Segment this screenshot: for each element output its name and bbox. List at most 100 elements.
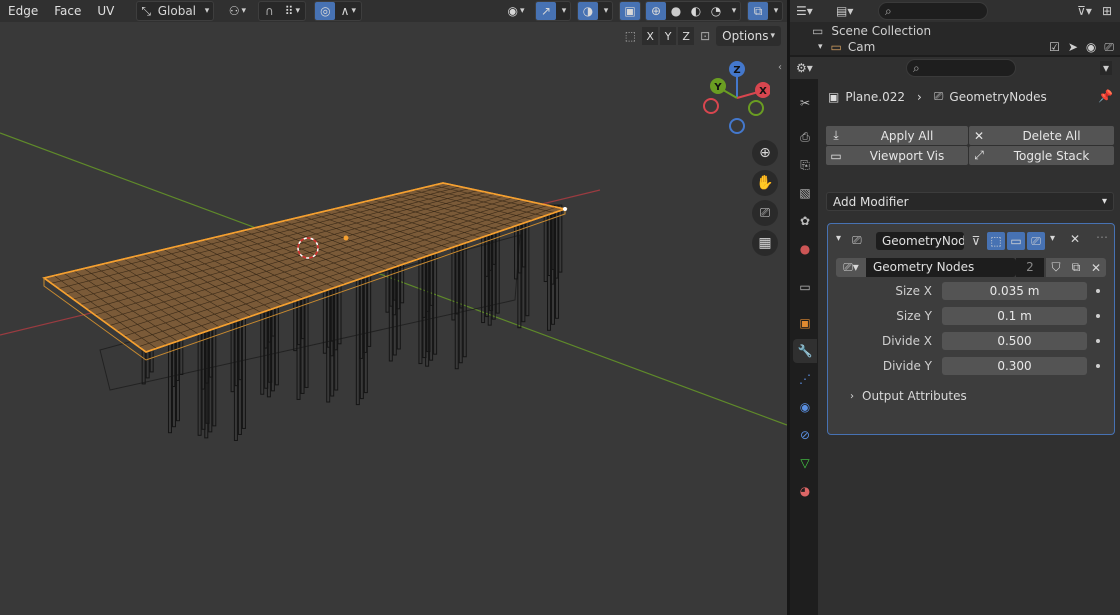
tab-view-layer[interactable]: ▧ [793, 181, 817, 205]
editor-type-icon[interactable]: ☰▾ [796, 4, 826, 18]
new-collection-icon[interactable]: ⊞ [1102, 4, 1112, 18]
edit-mode-cage-toggle[interactable]: ⊽ [967, 232, 985, 250]
xray-toggle[interactable]: ▣ [620, 2, 640, 20]
modifier-menu-chevron-icon[interactable]: ▾ [1050, 233, 1055, 244]
solid-shading-button[interactable]: ● [666, 2, 686, 20]
tab-data[interactable]: ▽ [793, 451, 817, 475]
divide-y-field[interactable]: 0.300 [942, 357, 1087, 375]
drag-handle-icon[interactable]: ⋯ [1096, 230, 1108, 244]
outliner-search-input[interactable]: ⌕ [878, 2, 988, 20]
options-chevron-icon[interactable]: ▾ [1099, 61, 1112, 75]
collapse-chevron-icon[interactable]: ▾ [836, 233, 841, 244]
close-icon[interactable]: ✕ [1070, 232, 1080, 246]
pivot-dropdown[interactable]: ⚇ ▾ [222, 1, 252, 21]
shading-dropdown[interactable]: ▾ [726, 2, 740, 20]
eye-icon[interactable]: ◉ [1086, 40, 1096, 54]
outliner-row-cam[interactable]: ▾ ▭ Cam ☑ ➤ ◉ ⎚ [790, 40, 1120, 54]
gizmo-neg-z-icon[interactable] [729, 118, 745, 134]
toggle-stack-button[interactable]: ⤢ Toggle Stack [969, 146, 1114, 165]
tab-constraints[interactable]: ⊘ [793, 423, 817, 447]
rendered-shading-button[interactable]: ◔ [706, 2, 726, 20]
display-mode-icon[interactable]: ▤▾ [836, 4, 872, 18]
auto-merge-icon[interactable]: ⊡ [700, 29, 710, 43]
fake-user-button[interactable]: ⛉ [1046, 258, 1066, 277]
mirror-z-toggle[interactable]: Z [678, 27, 695, 45]
view-dropdown[interactable]: ▾ [768, 2, 782, 20]
tab-physics[interactable]: ◉ [793, 395, 817, 419]
unlink-button[interactable]: ✕ [1086, 258, 1106, 277]
proportional-edit-toggle[interactable]: ◎ [315, 2, 336, 20]
properties-search-input[interactable]: ⌕ [906, 59, 1016, 77]
pin-icon[interactable]: 📌 [1098, 89, 1113, 103]
tab-object[interactable]: ▣ [793, 311, 817, 335]
keyframe-dot[interactable] [1096, 314, 1100, 318]
camera-render-icon[interactable]: ⎚ [1104, 40, 1114, 54]
keyframe-dot[interactable] [1096, 339, 1100, 343]
menu-uv[interactable]: UV [89, 0, 122, 22]
checkbox-icon[interactable]: ☑ [1049, 40, 1060, 54]
divide-x-field[interactable]: 0.500 [942, 332, 1087, 350]
tab-particles[interactable]: ⋰ [793, 367, 817, 391]
sidebar-toggle-icon[interactable]: ‹ [778, 62, 782, 73]
overlay-toggle[interactable]: ◑ [578, 2, 598, 20]
tab-material[interactable]: ◕ [793, 479, 817, 503]
tab-scene[interactable]: ✿ [793, 209, 817, 233]
menu-edge[interactable]: Edge [0, 0, 46, 22]
edit-mode-toggle[interactable]: ⬚ [987, 232, 1005, 250]
node-group-name-field[interactable]: Geometry Nodes [866, 258, 1016, 277]
navigation-gizmo[interactable]: Z X Y [700, 58, 770, 138]
output-attributes-subpanel[interactable]: › Output Attributes [850, 389, 967, 403]
filter-icon[interactable]: ⊽▾ [1077, 4, 1092, 18]
transform-orientation-dropdown[interactable]: ⤡ Global ▾ [136, 1, 215, 21]
snap-toggle[interactable]: ∩ [259, 2, 279, 20]
render-toggle[interactable]: ⎚ [1027, 232, 1045, 250]
scene-canvas[interactable] [0, 0, 787, 615]
wireframe-shading-button[interactable]: ⊕ [646, 2, 666, 20]
size-x-field[interactable]: 0.035 m [942, 282, 1087, 300]
delete-all-button[interactable]: ✕ Delete All [969, 126, 1114, 145]
tab-output[interactable]: ⎘ [793, 153, 817, 177]
mirror-x-toggle[interactable]: X [642, 27, 659, 45]
gizmo-neg-y-icon[interactable] [748, 100, 764, 116]
wireframe-sphere-icon: ⊕ [650, 4, 662, 18]
snap-target-dropdown[interactable]: ⠿ ▾ [279, 2, 305, 20]
pan-button[interactable]: ✋ [752, 170, 778, 196]
node-group-browse-button[interactable]: ⎚▾ [836, 258, 866, 277]
apply-all-button[interactable]: ⤓ Apply All [826, 126, 968, 145]
falloff-dropdown[interactable]: ∧ ▾ [335, 2, 361, 20]
duplicate-button[interactable]: ⧉ [1066, 258, 1086, 277]
view-layer-toggle[interactable]: ⧉ [748, 2, 768, 20]
gizmo-toggle[interactable]: ↗ [536, 2, 556, 20]
gizmo-dropdown[interactable]: ▾ [556, 2, 570, 20]
tab-modifiers[interactable]: 🔧 [793, 339, 817, 363]
size-y-field[interactable]: 0.1 m [942, 307, 1087, 325]
tab-collection[interactable]: ▭ [793, 275, 817, 299]
viewport-toggle[interactable]: ▭ [1007, 232, 1025, 250]
properties-header: ⚙▾ ⌕ ▾ [790, 57, 1120, 79]
mirror-y-toggle[interactable]: Y [660, 27, 677, 45]
tab-tool[interactable]: ✂ [793, 91, 817, 115]
gizmo-neg-x-icon[interactable] [703, 98, 719, 114]
material-shading-button[interactable]: ◐ [686, 2, 706, 20]
tab-render[interactable]: ⎙ [793, 125, 817, 149]
active-vertex [563, 207, 567, 211]
tab-world[interactable]: ● [793, 237, 817, 261]
camera-view-button[interactable]: ⎚ [752, 200, 778, 226]
modifier-name-field[interactable]: GeometryNod... [876, 232, 964, 250]
menu-face[interactable]: Face [46, 0, 89, 22]
ortho-toggle-button[interactable]: ▦ [752, 230, 778, 256]
3d-viewport[interactable]: Edge Face UV ⤡ Global ▾ ⚇ ▾ ∩ ⠿ ▾ ◎ ∧ ▾ ◉ ▾ … [0, 0, 787, 615]
zoom-button[interactable]: ⊕ [752, 140, 778, 166]
visibility-dropdown[interactable]: ◉ ▾ [501, 1, 531, 21]
options-dropdown[interactable]: Options ▾ [716, 26, 781, 46]
node-group-users-count[interactable]: 2 [1016, 258, 1044, 277]
proportional-icon: ◎ [320, 4, 331, 18]
editor-type-icon[interactable]: ⚙▾ [796, 61, 826, 75]
keyframe-dot[interactable] [1096, 289, 1100, 293]
keyframe-dot[interactable] [1096, 364, 1100, 368]
overlay-dropdown[interactable]: ▾ [598, 2, 612, 20]
select-arrow-icon[interactable]: ➤ [1068, 40, 1078, 54]
add-modifier-dropdown[interactable]: Add Modifier ▾ [826, 192, 1114, 211]
viewport-vis-button[interactable]: ▭ Viewport Vis [826, 146, 968, 165]
outliner-row-scene-collection[interactable]: ▭ Scene Collection [790, 22, 1120, 40]
